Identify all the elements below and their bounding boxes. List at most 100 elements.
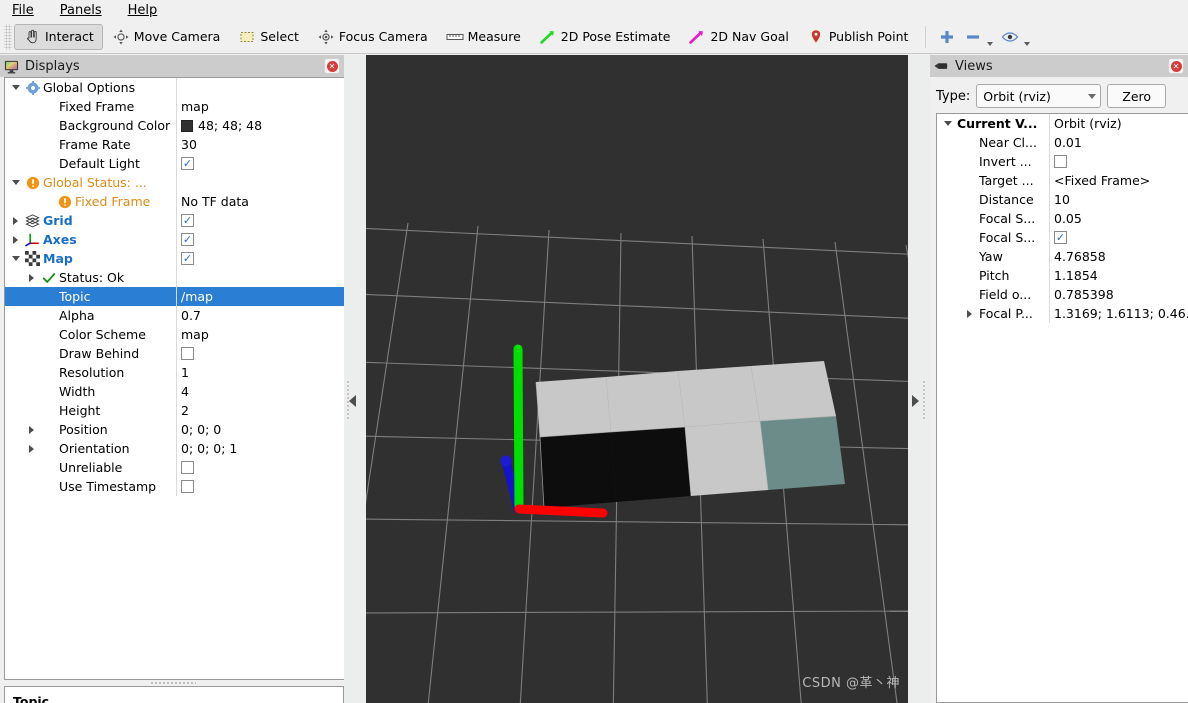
expander-closed[interactable] — [9, 235, 22, 244]
grid-value-cell[interactable]: ✓ — [181, 211, 194, 230]
tool-2d-pose-estimate[interactable]: 2D Pose Estimate — [530, 24, 680, 50]
expander-open[interactable] — [941, 121, 954, 126]
expander-closed[interactable] — [25, 425, 38, 434]
tool-visibility[interactable] — [997, 24, 1034, 50]
property-row-frame-rate[interactable]: Frame Rate 30 — [5, 135, 344, 154]
property-row-background-color[interactable]: Background Color 48; 48; 48 — [5, 116, 344, 135]
property-row-target-frame[interactable]: Target ... <Fixed Frame> — [937, 171, 1188, 190]
background-color-value-cell[interactable]: 48; 48; 48 — [181, 116, 262, 135]
focal-shape-size-value-cell[interactable]: 0.05 — [1054, 209, 1082, 228]
property-row-map-orientation[interactable]: Orientation 0; 0; 0; 1 — [5, 439, 344, 458]
map-position-value-cell[interactable]: 0; 0; 0 — [181, 420, 221, 439]
invert-z-axis-checkbox[interactable] — [1054, 155, 1067, 168]
property-row-map-width[interactable]: Width 4 — [5, 382, 344, 401]
default-light-value-cell[interactable]: ✓ — [181, 154, 194, 173]
focal-shape-fixed-size-checkbox[interactable]: ✓ — [1054, 231, 1067, 244]
map-orientation-value-cell[interactable]: 0; 0; 0; 1 — [181, 439, 237, 458]
frame-rate-value-cell[interactable]: 30 — [181, 135, 197, 154]
expander-closed[interactable] — [9, 216, 22, 225]
map-color-scheme-value-cell[interactable]: map — [181, 325, 209, 344]
near-clip-distance-value-cell[interactable]: 0.01 — [1054, 133, 1082, 152]
collapse-left-arrow-icon[interactable] — [349, 395, 356, 407]
expander-closed[interactable] — [25, 273, 38, 282]
property-row-map-height[interactable]: Height 2 — [5, 401, 344, 420]
fixed-frame-value-cell[interactable]: map — [181, 97, 209, 116]
chevron-down-icon[interactable] — [987, 41, 994, 46]
grid-checkbox[interactable]: ✓ — [181, 214, 194, 227]
map-height-value-cell[interactable]: 2 — [181, 401, 189, 420]
map-draw-behind-value-cell[interactable] — [181, 344, 194, 363]
property-row-map-topic[interactable]: Topic/map — [5, 287, 344, 306]
displays-property-tree[interactable]: Global Options Fixed Frame map Background C… — [4, 77, 344, 680]
menu-file[interactable]: File — [8, 2, 38, 19]
yaw-value-cell[interactable]: 4.76858 — [1054, 247, 1106, 266]
property-row-axes[interactable]: Axes ✓ — [5, 230, 344, 249]
property-row-map-draw-behind[interactable]: Draw Behind — [5, 344, 344, 363]
default-light-checkbox[interactable]: ✓ — [181, 157, 194, 170]
map-resolution-value-cell[interactable]: 1 — [181, 363, 189, 382]
focal-point-value-cell[interactable]: 1.3169; 1.6113; 0.46. — [1054, 304, 1188, 323]
property-row-global-status-fixed-frame[interactable]: Fixed Frame No TF data — [5, 192, 344, 211]
tool-2d-nav-goal[interactable]: 2D Nav Goal — [679, 24, 797, 50]
current-view-value-cell[interactable]: Orbit (rviz) — [1054, 114, 1122, 133]
map-value-cell[interactable]: ✓ — [181, 249, 194, 268]
tool-add[interactable] — [934, 24, 960, 50]
property-row-grid[interactable]: Grid ✓ — [5, 211, 344, 230]
expander-closed[interactable] — [963, 309, 976, 318]
property-row-map-alpha[interactable]: Alpha 0.7 — [5, 306, 344, 325]
chevron-down-icon-2[interactable] — [1024, 41, 1031, 46]
property-row-near-clip-distance[interactable]: Near Cl... 0.01 — [937, 133, 1188, 152]
map-unreliable-value-cell[interactable] — [181, 458, 194, 477]
views-close-button[interactable]: ✕ — [1168, 58, 1184, 74]
property-row-focal-point[interactable]: Focal P... 1.3169; 1.6113; 0.46. — [937, 304, 1188, 323]
tool-select[interactable]: Select — [229, 24, 308, 50]
property-row-current-view[interactable]: Current V... Orbit (rviz) — [937, 114, 1188, 133]
left-splitter[interactable] — [344, 55, 366, 703]
property-row-map-unreliable[interactable]: Unreliable — [5, 458, 344, 477]
tool-focus-camera[interactable]: Focus Camera — [308, 24, 437, 50]
property-row-global-status[interactable]: Global Status: ... — [5, 173, 344, 192]
map-unreliable-checkbox[interactable] — [181, 461, 194, 474]
map-alpha-value-cell[interactable]: 0.7 — [181, 306, 201, 325]
target-frame-value-cell[interactable]: <Fixed Frame> — [1054, 171, 1150, 190]
toolbar-drag-handle[interactable] — [4, 23, 12, 50]
property-row-map-use-timestamp[interactable]: Use Timestamp — [5, 477, 344, 496]
property-row-map-color-scheme[interactable]: Color Scheme map — [5, 325, 344, 344]
tool-remove[interactable] — [960, 24, 997, 50]
views-type-combobox[interactable]: Orbit (rviz) — [976, 84, 1102, 108]
invert-z-axis-value-cell[interactable] — [1054, 152, 1067, 171]
focal-shape-fixed-size-value-cell[interactable]: ✓ — [1054, 228, 1067, 247]
property-row-map[interactable]: Map ✓ — [5, 249, 344, 268]
property-row-invert-z-axis[interactable]: Invert ... — [937, 152, 1188, 171]
render-viewport-3d[interactable]: CSDN @革丶神 — [366, 55, 908, 703]
menu-panels[interactable]: Panels — [56, 2, 106, 19]
tool-interact[interactable]: Interact — [14, 23, 103, 50]
views-property-tree[interactable]: Current V... Orbit (rviz) Near Cl... 0.01 In… — [936, 113, 1188, 703]
map-use-timestamp-value-cell[interactable] — [181, 477, 194, 496]
expander-open[interactable] — [9, 256, 22, 261]
map-checkbox[interactable]: ✓ — [181, 252, 194, 265]
displays-close-button[interactable]: ✕ — [324, 58, 340, 74]
map-use-timestamp-checkbox[interactable] — [181, 480, 194, 493]
axes-checkbox[interactable]: ✓ — [181, 233, 194, 246]
tool-publish-point[interactable]: Publish Point — [798, 24, 918, 50]
collapse-right-arrow-icon[interactable] — [912, 395, 919, 407]
property-row-map-status[interactable]: Status: Ok — [5, 268, 344, 287]
distance-value-cell[interactable]: 10 — [1054, 190, 1070, 209]
property-row-distance[interactable]: Distance 10 — [937, 190, 1188, 209]
right-splitter[interactable] — [908, 55, 930, 703]
tool-measure[interactable]: Measure — [437, 24, 530, 50]
property-row-pitch[interactable]: Pitch 1.1854 — [937, 266, 1188, 285]
pitch-value-cell[interactable]: 1.1854 — [1054, 266, 1098, 285]
expander-open[interactable] — [9, 85, 22, 90]
map-topic-value-cell[interactable]: /map — [181, 287, 213, 306]
displays-horizontal-splitter[interactable] — [150, 681, 196, 685]
property-row-focal-shape-size[interactable]: Focal S... 0.05 — [937, 209, 1188, 228]
field-of-view-value-cell[interactable]: 0.785398 — [1054, 285, 1114, 304]
property-row-fixed-frame[interactable]: Fixed Frame map — [5, 97, 344, 116]
property-row-global-options[interactable]: Global Options — [5, 78, 344, 97]
global-status-fixed-frame-value-cell[interactable]: No TF data — [181, 192, 249, 211]
background-color-swatch[interactable] — [181, 119, 193, 132]
property-row-field-of-view[interactable]: Field o... 0.785398 — [937, 285, 1188, 304]
tool-move-camera[interactable]: Move Camera — [103, 24, 230, 50]
